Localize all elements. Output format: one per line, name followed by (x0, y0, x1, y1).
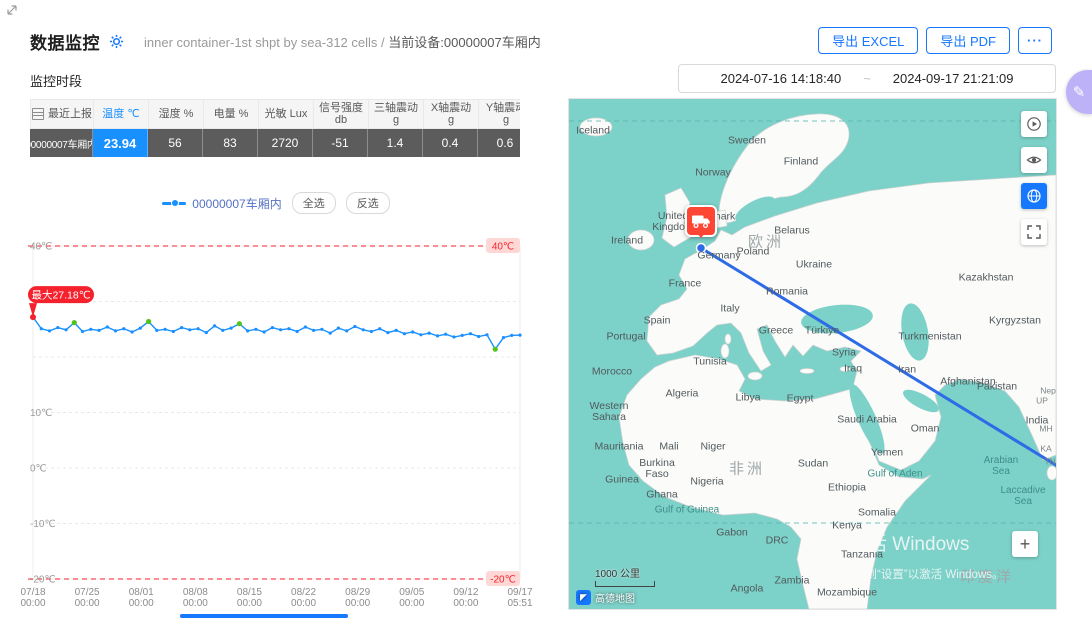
y-axis-tick: 10℃ (30, 408, 52, 419)
table-header-cell[interactable]: 光敏 Lux (259, 99, 314, 129)
expand-icon[interactable] (6, 4, 18, 16)
date-end[interactable]: 2024-09-17 21:21:09 (893, 71, 1014, 86)
breadcrumb: inner container-1st shpt by sea-312 cell… (144, 32, 541, 51)
x-axis-tick-date: 07/25 (75, 587, 100, 598)
map-controls (1021, 111, 1047, 245)
x-axis-tick-time: 00:00 (399, 598, 424, 609)
select-all-button[interactable]: 全选 (292, 192, 336, 214)
x-axis-tick-date: 09/17 (507, 587, 532, 598)
globe-icon (1026, 188, 1042, 204)
x-axis-tick-date: 09/05 (399, 587, 424, 598)
metric-value-cell[interactable]: 0.6 (478, 129, 520, 157)
temperature-series-line (33, 317, 520, 349)
table-header-cell[interactable]: X轴震动 g (424, 99, 479, 129)
table-row: 00000007车厢内23.9456832720-511.40.40.6 (30, 129, 520, 157)
x-axis-tick-date: 08/22 (291, 587, 316, 598)
map-scale: 1000 公里 (595, 565, 655, 587)
svg-text:-20℃: -20℃ (490, 575, 516, 586)
vehicle-marker[interactable] (685, 205, 717, 237)
svg-text:最大27.18℃: 最大27.18℃ (31, 289, 90, 302)
floating-assistant-button[interactable]: ✎ (1066, 70, 1092, 114)
page-header: 数据监控 inner container-1st shpt by sea-312… (30, 28, 541, 54)
export-excel-button[interactable]: 导出 EXCEL (818, 27, 918, 54)
breadcrumb-current-device: 当前设备:00000007车厢内 (388, 35, 540, 50)
x-axis-tick-time: 00:00 (453, 598, 478, 609)
x-axis-tick-time: 05:51 (507, 598, 532, 609)
x-axis-tick-time: 00:00 (20, 598, 45, 609)
table-header-row: 最近上报温度 ℃湿度 %电量 %光敏 Lux信号强度 db三轴震动 gX轴震动 … (30, 99, 520, 129)
table-header-cell[interactable]: 电量 % (204, 99, 259, 129)
legend-series-item[interactable]: 00000007车厢内 (162, 195, 281, 212)
map-panel[interactable]: IcelandNorwaySwedenFinlandUnited Kingdom… (568, 98, 1057, 610)
page-title: 数据监控 (30, 29, 100, 54)
truck-icon (691, 214, 711, 228)
amap-icon: ◤ (576, 590, 591, 605)
chart-legend: 00000007车厢内 全选 反选 (30, 192, 522, 214)
fullscreen-button[interactable] (1021, 219, 1047, 245)
period-label: 监控时段 (30, 71, 82, 90)
x-axis-tick-date: 07/18 (20, 587, 45, 598)
table-header-cell[interactable]: Y轴震动 g (479, 99, 520, 129)
report-grid-icon (32, 108, 44, 120)
legend-series-label: 00000007车厢内 (192, 195, 281, 212)
breadcrumb-separator: / (381, 35, 385, 50)
data-monitor-page: 数据监控 inner container-1st shpt by sea-312… (0, 0, 1092, 619)
x-axis-tick-date: 09/12 (453, 587, 478, 598)
svg-text:40℃: 40℃ (492, 242, 514, 253)
temperature-line-chart[interactable]: 40℃-20℃40℃10℃0℃-10℃-20℃07/1800:0007/2500… (28, 234, 528, 614)
map-scale-label: 1000 公里 (595, 569, 640, 580)
table-header-cell[interactable]: 三轴震动 g (369, 99, 424, 129)
map-layer-globe-button[interactable] (1021, 183, 1047, 209)
eye-icon (1026, 152, 1042, 168)
breadcrumb-shipment: inner container-1st shpt by sea-312 cell… (144, 35, 377, 50)
legend-line-icon (162, 202, 186, 205)
visibility-button[interactable] (1021, 147, 1047, 173)
more-actions-button[interactable]: ··· (1018, 27, 1052, 54)
metric-value-cell[interactable]: -51 (313, 129, 368, 157)
date-start[interactable]: 2024-07-16 14:18:40 (720, 71, 841, 86)
metric-value-cell[interactable]: 83 (203, 129, 258, 157)
metric-value-cell[interactable]: 56 (148, 129, 203, 157)
metric-value-cell[interactable]: 1.4 (368, 129, 423, 157)
fullscreen-icon (1026, 224, 1042, 240)
x-axis-tick-date: 08/15 (237, 587, 262, 598)
x-axis-tick-date: 08/08 (183, 587, 208, 598)
play-track-button[interactable] (1021, 111, 1047, 137)
x-axis-tick-date: 08/29 (345, 587, 370, 598)
x-axis-tick-time: 00:00 (237, 598, 262, 609)
date-range-picker[interactable]: 2024-07-16 14:18:40 ~ 2024-09-17 21:21:0… (678, 64, 1056, 93)
x-axis-tick-time: 00:00 (183, 598, 208, 609)
amap-logo-text: 高德地图 (595, 590, 635, 605)
temperature-value-cell[interactable]: 23.94 (93, 129, 148, 157)
metric-value-cell[interactable]: 2720 (258, 129, 313, 157)
table-header-cell[interactable]: 信号强度 db (314, 99, 369, 129)
horizontal-scrollbar[interactable] (180, 614, 348, 618)
x-axis-tick-time: 00:00 (345, 598, 370, 609)
x-axis-tick-time: 00:00 (129, 598, 154, 609)
y-axis-tick: -20℃ (30, 575, 56, 586)
table-header-cell[interactable]: 温度 ℃ (94, 99, 149, 129)
gear-icon[interactable] (109, 34, 124, 49)
play-circle-icon (1026, 116, 1042, 132)
amap-logo: ◤ 高德地图 (576, 590, 635, 605)
y-axis-tick: -10℃ (30, 519, 56, 530)
x-axis-tick-date: 08/01 (129, 587, 154, 598)
x-axis-tick-time: 00:00 (75, 598, 100, 609)
header-actions: 导出 EXCEL 导出 PDF ··· (818, 27, 1052, 54)
table-header-cell[interactable]: 最近上报 (30, 99, 94, 129)
table-header-cell[interactable]: 湿度 % (149, 99, 204, 129)
y-axis-tick: 0℃ (30, 464, 47, 475)
device-name-cell: 00000007车厢内 (30, 129, 93, 157)
x-axis-tick-time: 00:00 (291, 598, 316, 609)
zoom-in-button[interactable]: + (1012, 531, 1038, 557)
export-pdf-button[interactable]: 导出 PDF (926, 27, 1010, 54)
map-canvas (569, 99, 1056, 609)
date-range-tilde: ~ (863, 71, 871, 86)
metrics-table: 最近上报温度 ℃湿度 %电量 %光敏 Lux信号强度 db三轴震动 gX轴震动 … (30, 99, 520, 157)
route-start-dot (697, 244, 706, 253)
metric-value-cell[interactable]: 0.4 (423, 129, 478, 157)
invert-selection-button[interactable]: 反选 (346, 192, 390, 214)
y-axis-tick: 40℃ (30, 242, 52, 253)
